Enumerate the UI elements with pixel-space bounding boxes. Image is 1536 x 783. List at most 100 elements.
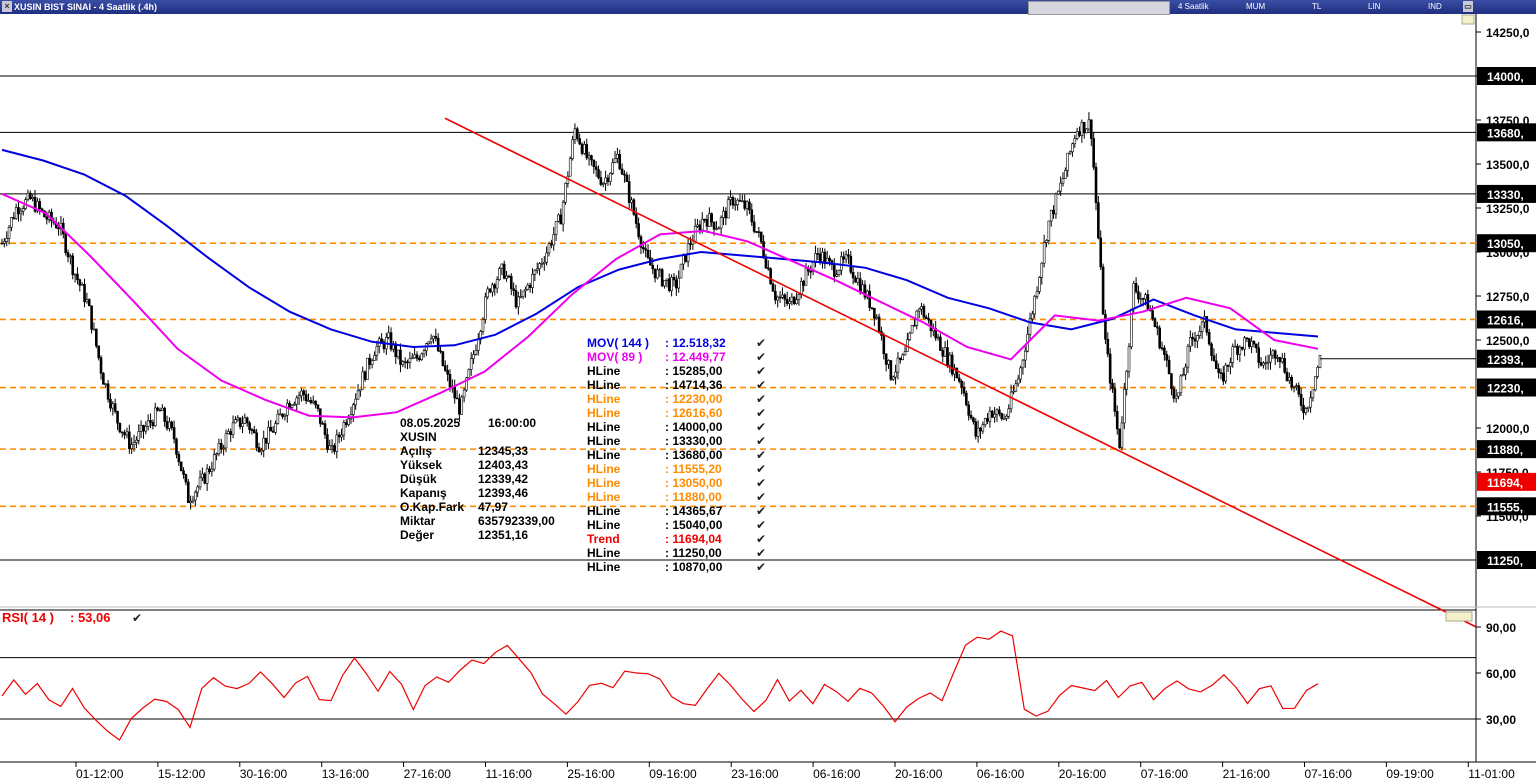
price-bar-body: [78, 279, 82, 286]
legend-value: : 12.449,77: [665, 350, 726, 364]
price-bar-body: [1184, 366, 1187, 376]
price-bar-body: [73, 273, 77, 276]
price-bar-body: [752, 221, 756, 232]
x-tick-label: 07-16:00: [1305, 767, 1353, 781]
price-bar-body: [1151, 310, 1154, 319]
ohlc-info-box: 08.05.2025 16:00:00 XUSIN Açılış 12345,33…: [400, 416, 555, 542]
price-bar-body: [151, 422, 155, 427]
price-bar-body: [1073, 138, 1077, 145]
price-bar-body: [139, 425, 143, 432]
price-bar-body: [561, 202, 565, 225]
price-tag-label: 11694,: [1487, 476, 1523, 490]
legend-value: : 10870,00: [665, 560, 723, 574]
price-bar-body: [158, 409, 162, 412]
price-bar-body: [227, 431, 230, 435]
price-bar-body: [526, 284, 530, 290]
price-bar-body: [1080, 121, 1084, 136]
price-bar-body: [165, 421, 169, 429]
price-bar-body: [1066, 152, 1070, 171]
price-bar-body: [1097, 202, 1100, 239]
price-bar-body: [873, 307, 876, 319]
price-bar-body: [1012, 390, 1015, 393]
price-bar-body: [821, 251, 824, 262]
price-bar-body: [460, 396, 464, 415]
mov144-line: [1, 148, 1319, 349]
x-tick-label: 06-16:00: [977, 767, 1025, 781]
ohlc-value: 12345,33: [478, 444, 528, 458]
price-bar-body: [1007, 408, 1011, 417]
price-bar-body: [337, 434, 341, 438]
price-bar-body: [295, 397, 299, 405]
price-bar-body: [528, 284, 532, 288]
price-bar-body: [967, 404, 970, 416]
price-bar-body: [1191, 337, 1194, 340]
x-tick-label: 09-16:00: [649, 767, 697, 781]
price-bar-body: [656, 269, 659, 279]
price-chart[interactable]: 14250,014000,13750,013500,013250,013000,…: [0, 0, 1536, 783]
price-bar-body: [950, 354, 954, 375]
panel-control-icon[interactable]: [1445, 611, 1473, 622]
price-bar-body: [458, 398, 461, 415]
price-bar-body: [844, 254, 848, 260]
price-bar-body: [1262, 362, 1265, 366]
x-tick-label: 11-16:00: [486, 767, 533, 781]
price-bar-body: [580, 143, 584, 154]
price-bar-body: [481, 319, 485, 332]
price-bar-body: [941, 350, 945, 357]
price-bar-body: [1222, 372, 1225, 382]
checkmark-icon[interactable]: ✔: [132, 611, 142, 625]
price-bar-body: [222, 447, 225, 450]
price-bar-body: [1179, 375, 1183, 394]
price-bar-body: [12, 217, 16, 219]
price-bar-body: [531, 273, 534, 288]
ohlc-value: 47,97: [478, 500, 508, 514]
checkmark-icon: ✔: [756, 560, 766, 574]
price-bar-body: [10, 217, 13, 228]
price-bar-body: [965, 392, 968, 406]
price-bar-body: [1134, 283, 1138, 292]
price-bar-body: [738, 199, 742, 202]
price-bar-body: [137, 431, 141, 441]
price-bar-body: [960, 380, 963, 388]
price-bar-body: [146, 420, 150, 427]
legend-name: HLine: [587, 420, 621, 434]
rsi-line: [1, 630, 1319, 741]
price-bar-body: [1002, 418, 1006, 420]
price-bar-body: [983, 418, 987, 425]
rsi-value: : 53,06: [70, 610, 110, 625]
price-bar-body: [387, 332, 390, 338]
price-bar-body: [715, 228, 718, 230]
panel-control-icon[interactable]: [1461, 14, 1475, 25]
price-bar-body: [1035, 291, 1039, 297]
price-bar-body: [601, 183, 605, 185]
price-bar-body: [85, 299, 89, 303]
price-bar-body: [297, 395, 301, 399]
price-bar-body: [1247, 338, 1251, 348]
price-bar-body: [396, 349, 400, 358]
price-bar-body: [1099, 237, 1103, 268]
rsi-panel: 90,00 60,00 30,00: [0, 621, 1516, 741]
price-bar-body: [924, 316, 928, 319]
price-bar-body: [1309, 397, 1312, 408]
price-bar-body: [366, 357, 369, 380]
price-bar-body: [288, 403, 291, 408]
price-bar-body: [550, 243, 553, 246]
price-bar-body: [1021, 359, 1025, 369]
price-bar-body: [300, 390, 303, 397]
price-bar-body: [979, 427, 982, 432]
price-bar-body: [590, 155, 593, 161]
price-bar-body: [1306, 406, 1310, 409]
price-bar-body: [1064, 170, 1067, 179]
price-bar-body: [634, 214, 638, 224]
price-bar-body: [453, 386, 456, 399]
price-bar-body: [257, 447, 261, 453]
ohlc-label: Düşük: [400, 472, 437, 486]
price-bar-body: [76, 273, 79, 280]
price-bar-body: [90, 305, 93, 330]
price-bar-body: [163, 407, 166, 422]
price-bar-body: [281, 413, 284, 417]
price-bar-body: [354, 398, 357, 406]
price-bar-body: [408, 357, 412, 364]
price-bar-body: [759, 231, 763, 242]
price-bar-body: [97, 345, 100, 358]
